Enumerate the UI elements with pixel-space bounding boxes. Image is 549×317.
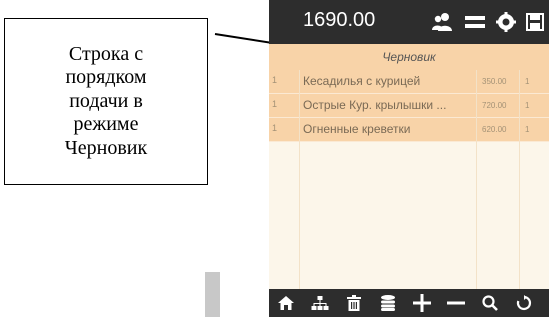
column-divider [476,70,477,289]
plus-icon[interactable] [405,289,439,317]
home-icon[interactable] [269,289,303,317]
sitemap-icon[interactable] [303,289,337,317]
refresh-icon[interactable] [507,289,541,317]
menu-icon[interactable] [459,0,491,44]
minus-icon[interactable] [439,289,473,317]
order-total: 1690.00 [303,9,376,31]
trash-icon[interactable] [337,289,371,317]
callout-text: Строка с порядком подачи в режиме Чернов… [64,42,148,159]
order-item-row[interactable]: 1 Огненные креветки 620.00 1 [269,118,549,142]
item-name: Острые Кур. крылышки ... [303,98,447,112]
users-icon[interactable] [425,0,459,44]
item-course-number: 1 [272,123,278,133]
database-icon[interactable] [371,289,405,317]
item-price: 350.00 [482,77,507,86]
item-price: 620.00 [482,125,507,134]
item-price: 720.00 [482,101,507,110]
top-toolbar: 1690.00 [269,0,549,44]
gray-scroll-fragment [205,272,220,317]
item-name: Огненные креветки [303,122,411,136]
app-panel: 1690.00 Черновик 1 Кесадилья с курицей 3… [269,0,549,317]
order-item-row[interactable]: 1 Острые Кур. крылышки ... 720.00 1 [269,94,549,118]
order-status-row[interactable]: Черновик [269,44,549,70]
order-items-list: 1 Кесадилья с курицей 350.00 1 1 Острые … [269,70,549,142]
bottom-toolbar [269,289,549,317]
order-item-row[interactable]: 1 Кесадилья с курицей 350.00 1 [269,70,549,94]
item-quantity: 1 [525,125,530,134]
item-course-number: 1 [272,75,278,85]
item-name: Кесадилья с курицей [303,74,421,88]
column-divider [519,70,520,289]
annotation-callout: Строка с порядком подачи в режиме Чернов… [4,18,208,185]
item-quantity: 1 [525,101,530,110]
item-course-number: 1 [272,99,278,109]
search-icon[interactable] [473,289,507,317]
column-divider [299,70,300,289]
item-quantity: 1 [525,77,530,86]
save-icon[interactable] [521,0,549,44]
settings-icon[interactable] [491,0,521,44]
